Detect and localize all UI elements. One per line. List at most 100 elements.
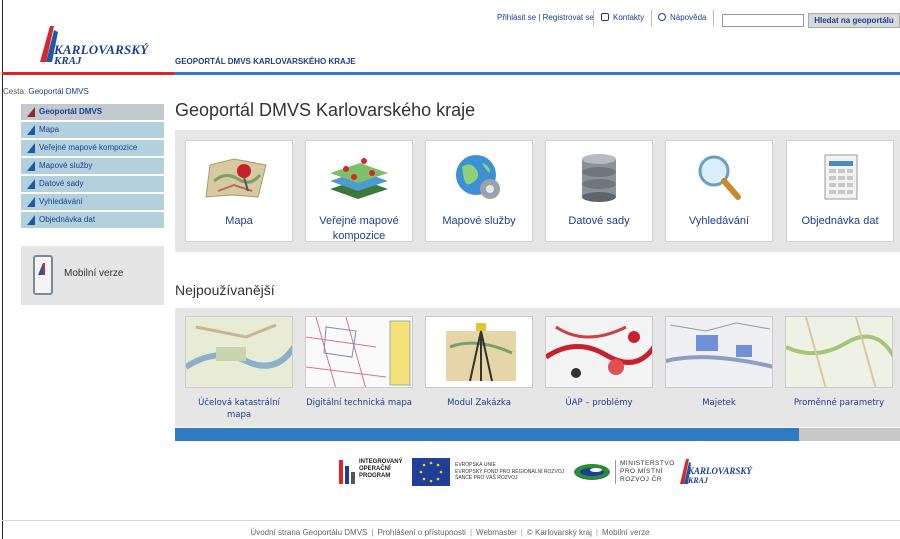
- breadcrumb: Cesta: Geoportál DMVS: [3, 87, 89, 96]
- mmr-text: MINISTERSTVO: [620, 460, 675, 467]
- sidebar-item-label: Mapové služby: [39, 161, 93, 170]
- sidebar-item-objednavka[interactable]: Objednávka dat: [21, 212, 164, 228]
- most-used-label: Majetek: [702, 398, 736, 408]
- footer-link-webmaster[interactable]: Webmaster: [476, 528, 517, 537]
- phone-icon: [33, 255, 53, 295]
- sidebar-item-label: Mapa: [39, 125, 60, 134]
- tile-label: Objednávka dat: [801, 215, 879, 227]
- map-layers-icon: [330, 158, 388, 199]
- most-used-label: ÚAP – problémy: [565, 398, 633, 408]
- breadcrumb-current[interactable]: Geoportál DMVS: [28, 87, 88, 96]
- mmr-text: PRO MÍSTNÍ: [620, 468, 663, 475]
- sidebar-nav: Geoportál DMVS Mapa Veřejné mapové kompo…: [21, 104, 164, 230]
- tile-kompozice[interactable]: Veřejné mapové kompozice: [305, 140, 413, 242]
- karlovarsky-kraj-footer-logo: KARLOVARSKÝ KRAJ: [678, 456, 758, 488]
- spreadsheet-icon: [824, 154, 858, 200]
- contacts-label: Kontakty: [613, 13, 645, 22]
- sidebar-item-mapa[interactable]: Mapa: [21, 122, 164, 138]
- carousel-progress-bar[interactable]: [175, 428, 900, 441]
- sidebar-item-label: Objednávka dat: [39, 215, 96, 224]
- karlovarsky-kraj-logo[interactable]: KARLOVARSKÝ KRAJ: [36, 20, 148, 68]
- uap-problems-thumbnail: [545, 316, 653, 388]
- most-used-label: Digitální technická mapa: [306, 398, 412, 408]
- footer-link-mobile[interactable]: Mobilní verze: [602, 528, 650, 537]
- breadcrumb-label: Cesta:: [3, 87, 27, 96]
- search-input[interactable]: [722, 14, 804, 27]
- header-red-bar: [2, 72, 174, 75]
- mmr-text: ROZVOJ ČR: [620, 476, 663, 483]
- contacts-icon: [601, 13, 609, 21]
- most-used-item[interactable]: Účelová katastrální mapa: [185, 316, 293, 422]
- footer-logo-text1: KARLOVARSKÝ: [688, 466, 752, 476]
- page-border: [2, 0, 3, 539]
- most-used-label: Modul Zakázka: [447, 398, 511, 408]
- divider: [593, 10, 594, 26]
- tile-sluzby[interactable]: Mapové služby: [425, 140, 533, 242]
- most-used-title: Nejpoužívanější: [175, 282, 275, 298]
- eu-flag-icon: [412, 458, 450, 486]
- tile-mapa[interactable]: Mapa: [185, 140, 293, 242]
- flag-icon: [27, 161, 35, 171]
- carousel-progress-fill: [175, 428, 799, 441]
- magnifier-icon: [698, 155, 741, 200]
- order-module-thumbnail: [425, 316, 533, 388]
- most-used-item[interactable]: ÚAP – problémy: [545, 316, 653, 422]
- footer-link-accessibility[interactable]: Prohlášení o přístupnosti: [377, 528, 466, 537]
- mobile-version-label: Mobilní verze: [64, 268, 124, 279]
- sidebar-item-kompozice[interactable]: Veřejné mapové kompozice: [21, 140, 164, 156]
- header-blue-bar: [174, 72, 900, 75]
- eu-logo: EVROPSKÁ UNIE EVROPSKÝ FOND PRO REGIONÁL…: [412, 456, 564, 488]
- database-icon: [582, 154, 616, 202]
- tile-label: Mapa: [225, 215, 253, 227]
- globe-gear-icon: [456, 155, 500, 199]
- map-pin-icon: [205, 158, 267, 198]
- sidebar-item-label: Datové sady: [39, 179, 84, 188]
- iop-text: PROGRAM: [359, 473, 391, 479]
- footer-logo-text2: KRAJ: [688, 476, 709, 485]
- help-link[interactable]: Nápověda: [658, 13, 706, 22]
- most-used-item[interactable]: Proměnné parametry: [785, 316, 893, 422]
- flag-icon: [27, 143, 35, 153]
- mobile-version-button[interactable]: Mobilní verze: [21, 246, 164, 305]
- sidebar-item-datove-sady[interactable]: Datové sady: [21, 176, 164, 192]
- sidebar-item-sluzby[interactable]: Mapové služby: [21, 158, 164, 174]
- most-used-item[interactable]: Modul Zakázka: [425, 316, 533, 422]
- flag-icon: [27, 125, 35, 135]
- sidebar-item-label: Vyhledávání: [39, 197, 83, 206]
- tile-label: Mapové služby: [442, 215, 516, 227]
- variable-parameters-thumbnail: [785, 316, 893, 388]
- search-button[interactable]: Hledat na geoportálu: [808, 13, 900, 28]
- mmr-swoosh-icon: [574, 464, 610, 480]
- flag-icon: [27, 215, 35, 225]
- most-used-item[interactable]: Majetek: [665, 316, 773, 422]
- tile-label: Veřejné mapové kompozice: [319, 215, 399, 242]
- help-label: Nápověda: [670, 13, 707, 22]
- divider: [651, 10, 652, 26]
- flag-icon: [27, 107, 35, 117]
- flag-icon: [27, 179, 35, 189]
- help-icon: [658, 13, 666, 21]
- iop-text: INTEGROVANÝ: [359, 459, 403, 465]
- mmr-logo: MINISTERSTVO PRO MÍSTNÍ ROZVOJ ČR: [572, 456, 675, 488]
- footer-link-home[interactable]: Úvodní strana Geoportálu DMVS: [250, 528, 367, 537]
- page-title: Geoportál DMVS Karlovarského kraje: [175, 100, 476, 120]
- iop-text: OPERAČNÍ: [359, 466, 391, 472]
- footer-link-copyright[interactable]: © Karlovarský kraj: [527, 528, 592, 537]
- most-used-item[interactable]: Digitální technická mapa: [305, 316, 413, 422]
- technical-map-thumbnail: [305, 316, 413, 388]
- sidebar-item-vyhledavani[interactable]: Vyhledávání: [21, 194, 164, 210]
- tile-vyhledavani[interactable]: Vyhledávání: [665, 140, 773, 242]
- sidebar-item-label: Geoportál DMVS: [39, 107, 103, 116]
- divider: [713, 10, 714, 26]
- tile-label: Vyhledávání: [688, 215, 750, 227]
- eu-text: ŠANCE PRO VÁŠ ROZVOJ: [455, 475, 518, 481]
- tile-datove-sady[interactable]: Datové sady: [545, 140, 653, 242]
- logo-text-line2: KRAJ: [54, 55, 82, 67]
- footer-divider: [2, 520, 900, 521]
- most-used-label: Proměnné parametry: [793, 398, 885, 408]
- sidebar-item-geoportal[interactable]: Geoportál DMVS: [21, 104, 164, 120]
- flag-icon: [27, 197, 35, 207]
- contacts-link[interactable]: Kontakty: [601, 13, 644, 22]
- login-register-link[interactable]: Přihlásit se | Registrovat se: [497, 13, 594, 22]
- tile-objednavka[interactable]: Objednávka dat: [786, 140, 894, 242]
